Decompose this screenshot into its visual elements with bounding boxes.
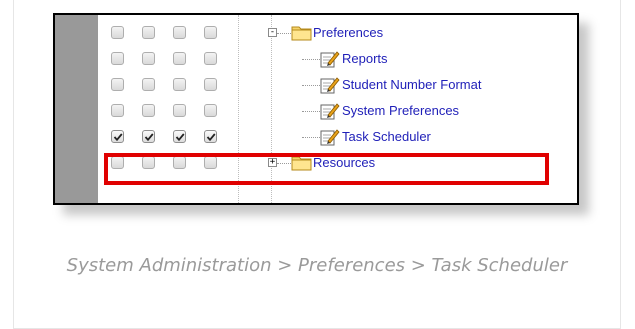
permission-checkbox[interactable] [173, 26, 186, 39]
permission-checkbox-checked[interactable] [111, 130, 124, 143]
permission-checkbox[interactable] [142, 78, 155, 91]
tree-connector [302, 59, 320, 60]
permission-checkbox[interactable] [142, 26, 155, 39]
tree-row-preferences: - Preferences [55, 20, 577, 46]
permission-checkbox[interactable] [204, 104, 217, 117]
permission-checkbox[interactable] [111, 52, 124, 65]
permission-checkbox[interactable] [204, 26, 217, 39]
permission-checkbox[interactable] [142, 104, 155, 117]
tree-connector [302, 85, 320, 86]
tool-document-icon [320, 50, 340, 72]
tool-document-icon [320, 128, 340, 150]
tree-row-student-number-format: Student Number Format [55, 72, 577, 98]
permission-checkbox[interactable] [173, 104, 186, 117]
permission-checkbox[interactable] [204, 78, 217, 91]
figure-caption: System Administration > Preferences > Ta… [66, 255, 568, 276]
tree-row-reports: Reports [55, 46, 577, 72]
collapse-icon[interactable]: - [268, 28, 277, 37]
tree-item-label[interactable]: Task Scheduler [342, 129, 431, 144]
tree-connector [302, 137, 320, 138]
tree-item-label[interactable]: Reports [342, 51, 388, 66]
tree-item-label[interactable]: System Preferences [342, 103, 459, 118]
permission-checkbox[interactable] [111, 78, 124, 91]
permission-checkbox-checked[interactable] [142, 130, 155, 143]
permission-checkbox-checked[interactable] [204, 130, 217, 143]
tree-row-task-scheduler: Task Scheduler [55, 124, 577, 150]
permission-checkbox[interactable] [173, 52, 186, 65]
tool-document-icon [320, 102, 340, 124]
permission-checkbox[interactable] [111, 26, 124, 39]
tree-connector [302, 111, 320, 112]
tool-document-icon [320, 76, 340, 98]
rights-tree-screenshot: - Preferences Reports Student Number For… [53, 13, 579, 205]
highlight-box [104, 153, 549, 185]
permission-checkbox[interactable] [142, 52, 155, 65]
tree-item-label[interactable]: Preferences [313, 25, 383, 40]
permission-checkbox[interactable] [111, 104, 124, 117]
tree-row-system-preferences: System Preferences [55, 98, 577, 124]
permission-checkbox[interactable] [204, 52, 217, 65]
permission-checkbox-checked[interactable] [173, 130, 186, 143]
permission-checkbox[interactable] [173, 78, 186, 91]
folder-icon [291, 24, 313, 45]
tree-item-label[interactable]: Student Number Format [342, 77, 481, 92]
tree-connector [277, 33, 291, 34]
screenshot-frame: - Preferences Reports Student Number For… [53, 13, 589, 215]
